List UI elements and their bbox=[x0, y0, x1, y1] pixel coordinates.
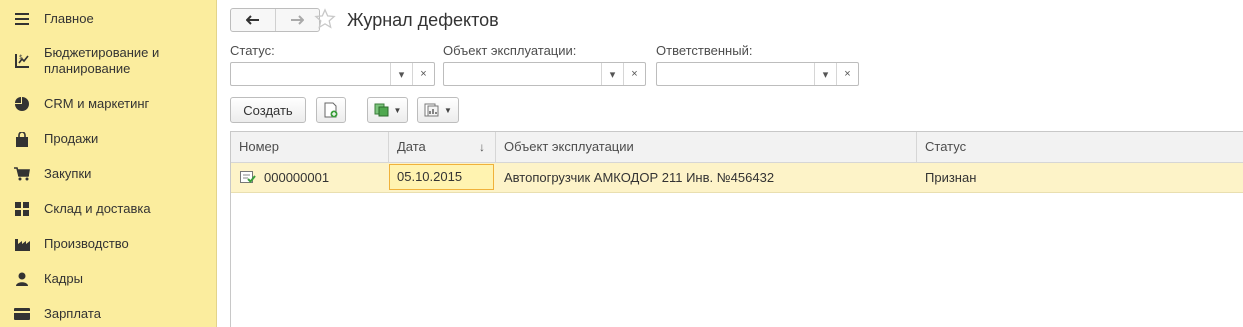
clear-icon[interactable]: × bbox=[623, 63, 645, 85]
warehouse-grid-icon bbox=[14, 201, 30, 217]
navigation-buttons bbox=[230, 8, 320, 32]
main-content: Журнал дефектов Статус: ▾ × Объект экспл… bbox=[218, 0, 1243, 327]
sidebar-item-label: Зарплата bbox=[44, 306, 101, 321]
responsible-filter-field: ▾ × bbox=[656, 62, 859, 86]
status-filter-input[interactable] bbox=[231, 63, 390, 85]
cell-date[interactable]: 05.10.2015 bbox=[389, 164, 494, 190]
favorite-star-icon[interactable] bbox=[314, 8, 336, 33]
status-filter-label: Статус: bbox=[230, 43, 275, 58]
column-header-date[interactable]: Дата ↓ bbox=[389, 132, 496, 162]
object-filter-input[interactable] bbox=[444, 63, 601, 85]
sidebar-item-label: Бюджетирование и планирование bbox=[44, 45, 160, 76]
sidebar: Главное $ Бюджетирование и планирование … bbox=[0, 0, 217, 327]
sidebar-item-label: Кадры bbox=[44, 271, 83, 286]
status-filter-field: ▾ × bbox=[230, 62, 435, 86]
back-button[interactable] bbox=[231, 9, 275, 31]
sidebar-item-warehouse[interactable]: Склад и доставка bbox=[0, 201, 216, 217]
cell-object: Автопогрузчик АМКОДОР 211 Инв. №456432 bbox=[504, 170, 775, 185]
menu-lines-icon bbox=[14, 11, 30, 27]
sidebar-item-crm[interactable]: CRM и маркетинг bbox=[0, 96, 216, 112]
report-icon bbox=[424, 103, 439, 117]
sidebar-item-label: Закупки bbox=[44, 166, 92, 181]
pie-chart-icon bbox=[14, 96, 30, 112]
sidebar-item-label: Продажи bbox=[44, 131, 99, 146]
sidebar-item-label: Склад и доставка bbox=[44, 201, 151, 216]
documents-green-icon bbox=[374, 103, 389, 117]
forward-button[interactable] bbox=[274, 9, 320, 31]
object-filter-label: Объект эксплуатации: bbox=[443, 43, 577, 58]
chevron-down-icon: ▼ bbox=[393, 105, 402, 115]
cell-status: Признан bbox=[925, 170, 977, 185]
chevron-down-icon: ▼ bbox=[444, 105, 452, 115]
sidebar-item-label: CRM и маркетинг bbox=[44, 96, 150, 111]
column-header-object[interactable]: Объект эксплуатации bbox=[496, 132, 917, 162]
wallet-icon bbox=[14, 306, 30, 322]
posted-document-icon bbox=[240, 170, 256, 187]
chevron-down-icon[interactable]: ▾ bbox=[814, 63, 836, 85]
sort-descending-icon: ↓ bbox=[479, 140, 485, 154]
responsible-filter-label: Ответственный: bbox=[656, 43, 753, 58]
sidebar-item-production[interactable]: Производство bbox=[0, 236, 216, 252]
sidebar-item-budgeting[interactable]: $ Бюджетирование и планирование bbox=[0, 45, 216, 79]
shopping-bag-icon bbox=[14, 131, 30, 147]
sidebar-item-hr[interactable]: Кадры bbox=[0, 271, 216, 287]
object-filter-field: ▾ × bbox=[443, 62, 646, 86]
chevron-down-icon[interactable]: ▾ bbox=[390, 63, 412, 85]
sidebar-item-label: Главное bbox=[44, 11, 94, 26]
print-button[interactable]: ▼ bbox=[417, 97, 459, 123]
defects-table: Номер Дата ↓ Объект эксплуатации Статус … bbox=[230, 131, 1243, 327]
cart-icon bbox=[14, 166, 30, 182]
create-button[interactable]: Создать bbox=[230, 97, 306, 123]
document-add-icon bbox=[324, 102, 338, 118]
cell-number: 000000001 bbox=[264, 170, 330, 185]
arrow-right-icon bbox=[291, 15, 305, 25]
sidebar-item-salary[interactable]: Зарплата bbox=[0, 306, 216, 322]
table-header: Номер Дата ↓ Объект эксплуатации Статус bbox=[231, 132, 1243, 163]
sidebar-item-main[interactable]: Главное bbox=[0, 11, 216, 27]
factory-icon bbox=[14, 236, 30, 252]
column-header-date-label: Дата bbox=[397, 139, 426, 154]
clear-icon[interactable]: × bbox=[836, 63, 858, 85]
sidebar-item-purchases[interactable]: Закупки bbox=[0, 166, 216, 182]
create-based-on-button[interactable]: ▼ bbox=[367, 97, 408, 123]
chevron-down-icon[interactable]: ▾ bbox=[601, 63, 623, 85]
page-title: Журнал дефектов bbox=[347, 10, 499, 30]
budget-chart-icon: $ bbox=[14, 53, 30, 69]
table-row[interactable]: 000000001 05.10.2015 Автопогрузчик АМКОД… bbox=[231, 163, 1243, 193]
arrow-left-icon bbox=[245, 15, 259, 25]
sidebar-item-sales[interactable]: Продажи bbox=[0, 131, 216, 147]
responsible-filter-input[interactable] bbox=[657, 63, 814, 85]
sidebar-item-label: Производство bbox=[44, 236, 129, 251]
column-header-status[interactable]: Статус bbox=[917, 132, 1243, 162]
svg-text:$: $ bbox=[19, 54, 23, 61]
create-copy-button[interactable] bbox=[316, 97, 346, 123]
clear-icon[interactable]: × bbox=[412, 63, 434, 85]
person-icon bbox=[14, 271, 30, 287]
column-header-number[interactable]: Номер bbox=[231, 132, 389, 162]
